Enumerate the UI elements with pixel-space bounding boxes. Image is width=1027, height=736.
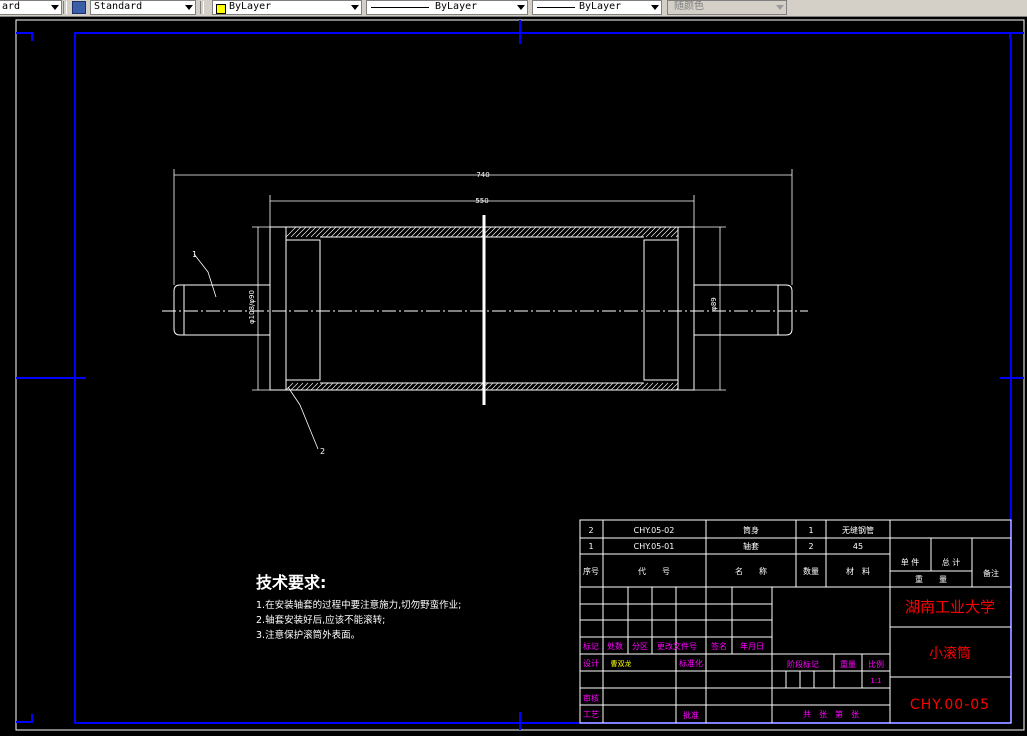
right-sleeve-step: [643, 239, 678, 381]
yellow-swatch-icon: [216, 4, 226, 14]
dimstyle-manager-icon[interactable]: [72, 1, 86, 14]
properties-toolbar: ard Standard ByLayer ByLayer ByLayer 随颜色: [0, 0, 1027, 17]
lineweight-line-icon: [537, 7, 575, 8]
text-style-combo[interactable]: ard: [0, 0, 62, 15]
tb-scale-label: 比例: [868, 659, 884, 669]
chevron-down-icon[interactable]: [351, 5, 359, 10]
bom-header-weight: 重 量: [915, 574, 947, 584]
tb-sheets: 共 张 第 张: [803, 709, 859, 719]
tb-zone: 分区: [632, 642, 648, 651]
bom-row-name: 筒身: [743, 525, 759, 535]
bom-row-name: 轴套: [743, 541, 759, 551]
tb-mark: 标记: [583, 641, 599, 651]
linetype-value: ByLayer: [435, 1, 478, 12]
bom-row-qty: 2: [808, 542, 813, 551]
tech-item-3: 3.注意保护滚筒外表面。: [256, 629, 360, 641]
chevron-down-icon[interactable]: [51, 5, 59, 10]
dim-bore-text: φ89: [710, 297, 718, 311]
tb-process: 工艺: [583, 710, 599, 719]
bom-header-no: 序号: [583, 566, 599, 576]
sheet-border: [15, 19, 1025, 731]
bom-row-material: 无缝钢管: [842, 525, 874, 535]
tb-drawing-no: CHY.00-05: [910, 697, 990, 713]
drawing-frame: [74, 32, 1012, 724]
drawing-canvas[interactable]: 740 550 φ89 φ108/φ90 1 2 技术要求: 1.在安装轴套的过…: [0, 17, 1027, 736]
plotstyle-value: 随颜色: [674, 1, 704, 12]
tech-item-2: 2.轴套安装好后,应该不能滚转;: [256, 614, 385, 626]
tb-date: 年月日: [740, 641, 764, 651]
tb-count: 处数: [607, 641, 623, 651]
tb-approve: 批准: [683, 710, 699, 720]
bom-row-qty: 1: [808, 526, 813, 535]
bom-header-total: 总 计: [942, 557, 961, 567]
tb-weight: 重量: [840, 659, 856, 669]
tb-designer: 曹双龙: [611, 659, 632, 668]
balloon-2: 2: [320, 447, 325, 456]
toolbar-separator: [63, 1, 67, 14]
section-hatching: [285, 226, 679, 391]
dim-style-value: Standard: [94, 1, 143, 12]
bom-row-no: 2: [588, 526, 593, 535]
bom-header-code: 代 号: [638, 566, 670, 576]
lineweight-combo[interactable]: ByLayer: [532, 0, 662, 15]
dim-body-text: 550: [475, 197, 488, 205]
tb-design: 设计: [583, 658, 599, 668]
tb-org: 湖南工业大学: [905, 598, 995, 616]
text-style-value: ard: [2, 1, 21, 12]
tb-docno: 更改文件号: [657, 641, 697, 651]
tb-drawing-name: 小滚筒: [929, 645, 971, 662]
tb-sign: 签名: [711, 641, 727, 651]
plotstyle-combo[interactable]: 随颜色: [667, 0, 787, 15]
tech-item-1: 1.在安装轴套的过程中要注意施力,切勿野蛮作业;: [256, 599, 461, 611]
color-combo[interactable]: ByLayer: [212, 0, 362, 15]
tb-scale: 1:1: [870, 677, 881, 685]
bom-header-name: 名 称: [735, 566, 767, 576]
dim-outer-text: φ108/φ90: [248, 290, 256, 324]
chevron-down-icon[interactable]: [651, 5, 659, 10]
lineweight-value: ByLayer: [579, 1, 622, 12]
tb-review: 审核: [583, 693, 599, 703]
chevron-down-icon[interactable]: [185, 5, 193, 10]
dim-style-combo[interactable]: Standard: [90, 0, 196, 15]
balloon-1: 1: [192, 250, 197, 259]
bom-header-material: 材 料: [846, 566, 870, 576]
bom-header-single: 单 件: [901, 557, 920, 567]
chevron-down-icon[interactable]: [776, 5, 784, 10]
color-value: ByLayer: [229, 1, 272, 12]
tech-title: 技术要求:: [256, 573, 326, 592]
left-sleeve-step: [286, 239, 321, 381]
bom-row-no: 1: [588, 542, 593, 551]
centering-marks: [16, 20, 1024, 730]
chevron-down-icon[interactable]: [517, 5, 525, 10]
continuous-line-icon: [371, 7, 429, 8]
toolbar-separator: [200, 1, 204, 14]
bom-header-remark: 备注: [983, 568, 999, 578]
bom-header-qty: 数量: [803, 566, 819, 576]
tb-stage: 阶段标记: [787, 659, 819, 669]
bom-row-material: 45: [853, 542, 863, 551]
title-block-labels: 标记 处数 分区 更改文件号 签名 年月日 设计 曹双龙 标准化 阶段标记 重量…: [583, 598, 995, 720]
bom-row-code: CHY.05-01: [634, 542, 675, 551]
dim-overall-text: 740: [476, 171, 489, 179]
linetype-combo[interactable]: ByLayer: [366, 0, 528, 15]
tb-standardize: 标准化: [679, 658, 703, 668]
right-shaft: [694, 284, 793, 336]
bom-row-code: CHY.05-02: [634, 526, 675, 535]
roller-body: [269, 226, 695, 391]
